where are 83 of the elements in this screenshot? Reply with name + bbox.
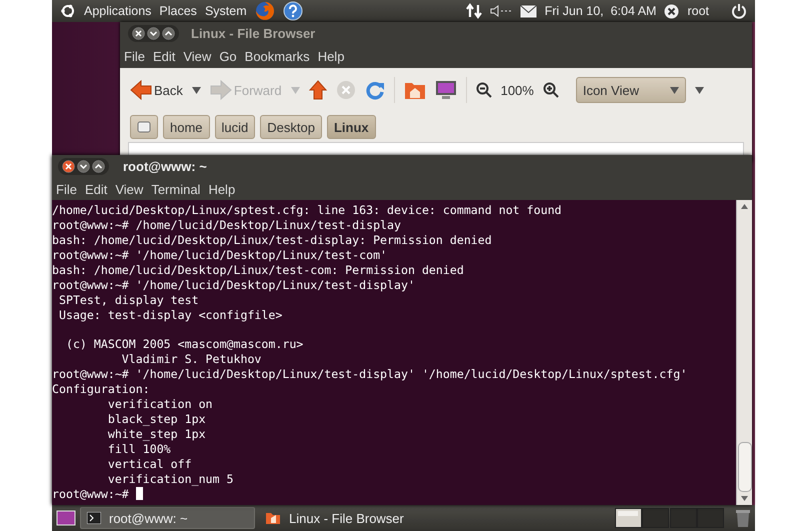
close-icon[interactable] bbox=[132, 27, 145, 40]
trash-icon[interactable] bbox=[735, 508, 751, 528]
terminal-line: verification_num 5 bbox=[106, 472, 234, 487]
path-button[interactable]: Linux bbox=[326, 115, 376, 139]
user-name[interactable]: root bbox=[687, 4, 709, 18]
terminal-line: black_step 1px bbox=[106, 412, 206, 428]
terminal-line: verification on bbox=[106, 397, 213, 412]
terminal-line: white_step 1px bbox=[106, 427, 206, 442]
network-icon[interactable] bbox=[466, 3, 482, 19]
power-icon[interactable] bbox=[731, 3, 747, 19]
close-icon[interactable] bbox=[62, 160, 75, 173]
terminal-line: Vladimir S. Petukhov bbox=[120, 352, 262, 368]
back-arrow-icon bbox=[130, 80, 152, 100]
home-folder-icon[interactable] bbox=[404, 80, 426, 100]
scroll-up-icon[interactable] bbox=[741, 204, 748, 209]
ubuntu-logo-icon[interactable] bbox=[60, 3, 76, 19]
scrollbar[interactable] bbox=[736, 200, 752, 505]
caret-icon[interactable] bbox=[670, 86, 679, 94]
terminal-line: root@www:~# /home/lucid/Desktop/Linux/test-display bbox=[52, 218, 402, 233]
forward-arrow-icon bbox=[210, 80, 232, 100]
zoom-out-icon[interactable] bbox=[476, 82, 492, 98]
terminal-line: vertical off bbox=[106, 456, 192, 472]
path-button[interactable]: lucid bbox=[214, 115, 256, 139]
terminal-line: Configuration: bbox=[52, 382, 150, 398]
maximize-icon[interactable] bbox=[92, 160, 105, 173]
terminal-line: root@www:~# '/home/lucid/Desktop/Linux/test-display' bbox=[52, 278, 415, 293]
terminal-line: root@www:~# '/home/lucid/Desktop/Linux/test-com' bbox=[52, 248, 388, 263]
taskbar-button[interactable]: Linux - File Browser bbox=[259, 507, 434, 529]
menu-item[interactable]: Edit bbox=[84, 182, 108, 196]
mail-icon[interactable] bbox=[520, 4, 537, 18]
terminal-line: Usage: test-display <configfile> bbox=[58, 308, 282, 322]
taskbar-button[interactable]: root@www: ~ bbox=[80, 507, 255, 529]
menu-item[interactable]: Terminal bbox=[151, 182, 200, 196]
window-title: Linux - File Browser bbox=[191, 26, 316, 41]
terminal-line: fill 100% bbox=[106, 442, 171, 457]
menu-item[interactable]: Go bbox=[219, 49, 237, 64]
drive-button[interactable] bbox=[130, 115, 158, 139]
terminal-line: /home/lucid/Desktop/Linux/sptest.cfg: line 163: device: command not found bbox=[52, 203, 562, 218]
terminal-prompt: root@www:~# bbox=[52, 486, 130, 501]
drive-icon bbox=[137, 120, 151, 134]
zoom-level: 100% bbox=[500, 82, 534, 98]
path-button[interactable]: Desktop bbox=[260, 115, 322, 139]
terminal-line: SPTest, display test bbox=[58, 292, 199, 308]
zoom-in-icon[interactable] bbox=[542, 82, 559, 98]
terminal-line: bash: /home/lucid/Desktop/Linux/test-display: Permission denied bbox=[52, 232, 492, 248]
cursor bbox=[136, 486, 143, 500]
path-button[interactable]: home bbox=[163, 115, 210, 139]
panel-menu[interactable]: Places bbox=[159, 4, 197, 18]
minimize-icon[interactable] bbox=[77, 160, 90, 173]
terminal-line: bash: /home/lucid/Desktop/Linux/test-com: Permission denied bbox=[52, 262, 464, 278]
workspace-switcher-icon[interactable] bbox=[615, 508, 725, 528]
clock[interactable]: Fri Jun 10, 6:04 AM bbox=[544, 4, 656, 18]
help-icon[interactable] bbox=[282, 1, 303, 21]
scroll-down-icon[interactable] bbox=[741, 496, 748, 501]
maximize-icon[interactable] bbox=[162, 27, 175, 40]
menu-item[interactable]: View bbox=[183, 49, 212, 64]
menu-item[interactable]: File bbox=[124, 49, 145, 64]
menu-item[interactable]: Bookmarks bbox=[244, 49, 310, 64]
menu-item[interactable]: File bbox=[56, 182, 77, 196]
minimize-icon[interactable] bbox=[147, 27, 160, 40]
folder-icon bbox=[265, 511, 281, 525]
view-mode-dropdown[interactable]: Icon View bbox=[576, 77, 686, 103]
scroll-thumb[interactable] bbox=[738, 442, 752, 492]
caret-icon[interactable] bbox=[192, 86, 201, 94]
firefox-icon[interactable] bbox=[254, 1, 275, 21]
menu-item[interactable]: Help bbox=[318, 49, 344, 64]
menu-item[interactable]: Help bbox=[208, 182, 236, 196]
back-button[interactable]: Back bbox=[130, 80, 183, 100]
computer-icon[interactable] bbox=[434, 80, 457, 100]
terminal-icon bbox=[87, 512, 101, 524]
window-title: root@www: ~ bbox=[123, 159, 207, 174]
panel-menu[interactable]: System bbox=[204, 4, 247, 18]
menu-item[interactable]: View bbox=[115, 182, 144, 196]
volume-icon[interactable] bbox=[490, 4, 512, 18]
show-desktop-icon[interactable] bbox=[56, 508, 76, 528]
caret-icon[interactable] bbox=[694, 86, 704, 94]
up-arrow-icon[interactable] bbox=[308, 80, 327, 100]
user-status-icon[interactable] bbox=[664, 4, 680, 18]
terminal-line: root@www:~# '/home/lucid/Desktop/Linux/test-display' '/home/lucid/Desktop/Linux/sptest.cfg' bbox=[52, 367, 688, 382]
terminal-line: (c) MASCOM 2005 <mascom@mascom.ru> bbox=[64, 337, 304, 352]
panel-menu[interactable]: Applications bbox=[84, 4, 152, 18]
reload-icon[interactable] bbox=[364, 80, 385, 100]
menu-item[interactable]: Edit bbox=[152, 49, 176, 64]
